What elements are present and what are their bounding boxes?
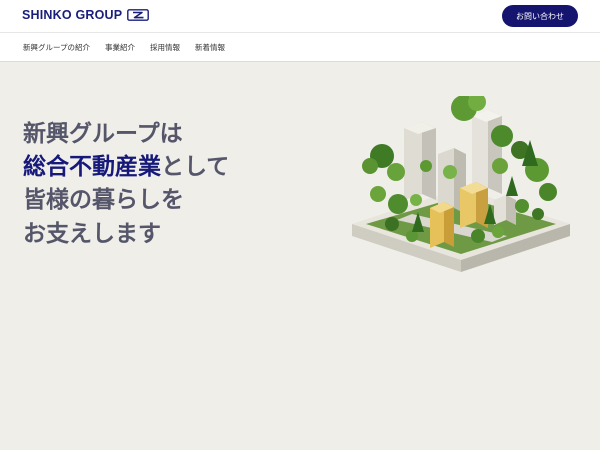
- tall-tower-left: [404, 122, 436, 200]
- hero-headline-line-1: 新興グループは: [23, 121, 183, 147]
- nav-item-news[interactable]: 新着情報: [195, 42, 225, 53]
- shinko-logo[interactable]: SHINKO GROUP: [22, 8, 150, 22]
- hero-headline-line-3: 皆様の暮らしを: [23, 187, 184, 213]
- yellow-building-front: [430, 202, 454, 248]
- hero-highlight: 総合不動産業: [23, 154, 161, 180]
- yellow-building-right: [460, 182, 488, 228]
- contact-button[interactable]: お問い合わせ: [502, 5, 578, 27]
- nav-item-business[interactable]: 事業紹介: [105, 42, 135, 53]
- main-nav: 新興グループの紹介 事業紹介 採用情報 新着情報: [0, 32, 600, 62]
- nav-item-recruit[interactable]: 採用情報: [150, 42, 180, 53]
- hero-headline-line-4: お支えします: [23, 221, 161, 247]
- city-illustration: [352, 96, 570, 272]
- nav-item-about-group[interactable]: 新興グループの紹介: [23, 42, 90, 53]
- hero-headline-line-2: 総合不動産業として: [23, 152, 229, 182]
- hero-headline-line-2-rest: として: [161, 154, 230, 180]
- logo-mark-icon: [127, 9, 150, 21]
- logo-text: SHINKO GROUP: [22, 8, 123, 22]
- tall-tower-right: [472, 110, 502, 194]
- site-header: SHINKO GROUP お問い合わせ: [0, 0, 600, 32]
